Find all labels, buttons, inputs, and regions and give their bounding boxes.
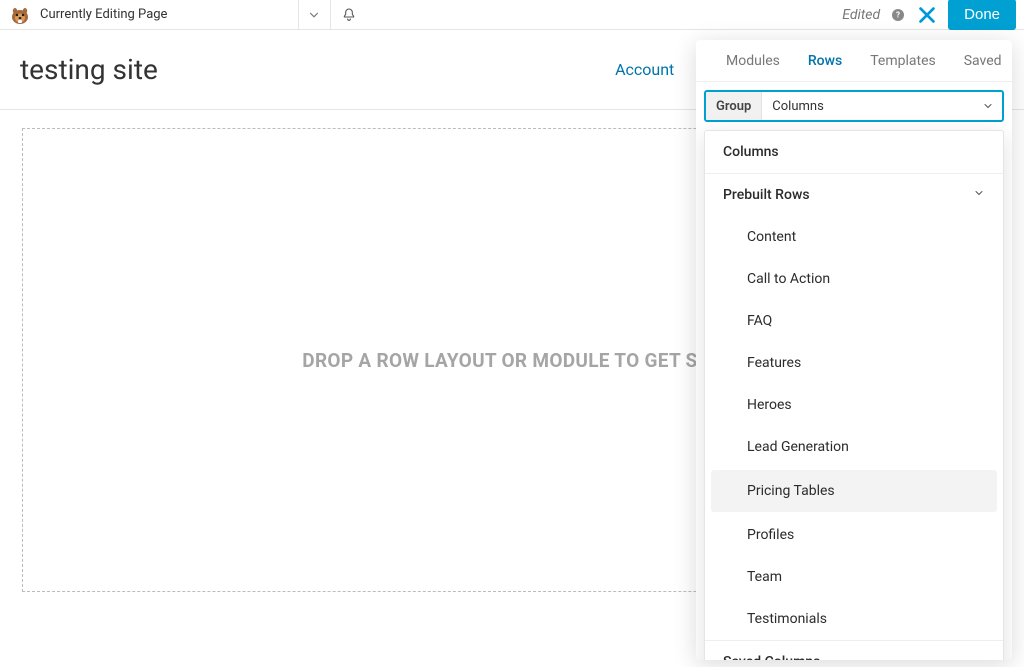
dropdown-profiles[interactable]: Profiles bbox=[705, 514, 1003, 556]
tab-saved[interactable]: Saved bbox=[950, 40, 1012, 81]
dropdown-team[interactable]: Team bbox=[705, 556, 1003, 598]
edited-status: Edited bbox=[842, 7, 880, 23]
dropdown-heroes[interactable]: Heroes bbox=[705, 384, 1003, 426]
group-select-value: Columns bbox=[762, 99, 982, 114]
chevron-down-icon bbox=[982, 97, 1002, 116]
editing-page-label: Currently Editing Page bbox=[40, 7, 167, 22]
dropdown-prebuilt-rows-label: Prebuilt Rows bbox=[723, 187, 810, 203]
panel-tabs: Modules Rows Templates Saved bbox=[696, 40, 1012, 82]
close-panel-button[interactable] bbox=[916, 4, 938, 26]
page-chevron-button[interactable] bbox=[298, 0, 329, 30]
svg-text:?: ? bbox=[896, 10, 900, 19]
dropdown-saved-columns[interactable]: Saved Columns bbox=[705, 640, 1003, 660]
dropdown-prebuilt-rows[interactable]: Prebuilt Rows bbox=[705, 173, 1003, 216]
tab-rows[interactable]: Rows bbox=[794, 40, 856, 81]
help-icon[interactable]: ? bbox=[890, 7, 906, 23]
builder-panel: Modules Rows Templates Saved Group Colum… bbox=[696, 40, 1012, 660]
dropdown-pricing-tables[interactable]: Pricing Tables bbox=[711, 470, 997, 512]
done-button[interactable]: Done bbox=[948, 0, 1016, 30]
admin-bar: Currently Editing Page Edited ? Done bbox=[0, 0, 1024, 30]
dropdown-faq[interactable]: FAQ bbox=[705, 300, 1003, 342]
dropdown-testimonials[interactable]: Testimonials bbox=[705, 598, 1003, 640]
nav-account[interactable]: Account bbox=[615, 60, 674, 79]
drop-area-placeholder: DROP A ROW LAYOUT OR MODULE TO GET STA bbox=[302, 349, 721, 372]
tab-templates[interactable]: Templates bbox=[856, 40, 950, 81]
group-dropdown: Columns Prebuilt Rows Content Call to Ac… bbox=[704, 130, 1004, 660]
dropdown-content[interactable]: Content bbox=[705, 216, 1003, 258]
dropdown-lead-generation[interactable]: Lead Generation bbox=[705, 426, 1003, 468]
dropdown-features[interactable]: Features bbox=[705, 342, 1003, 384]
group-select[interactable]: Group Columns bbox=[704, 90, 1004, 122]
tab-modules[interactable]: Modules bbox=[712, 40, 794, 81]
dropdown-call-to-action[interactable]: Call to Action bbox=[705, 258, 1003, 300]
dropdown-columns[interactable]: Columns bbox=[705, 131, 1003, 173]
beaver-logo bbox=[8, 3, 32, 27]
notifications-button[interactable] bbox=[330, 0, 367, 30]
site-title[interactable]: testing site bbox=[20, 53, 158, 86]
bell-icon bbox=[341, 7, 357, 23]
group-select-label: Group bbox=[706, 92, 762, 120]
chevron-down-icon bbox=[973, 187, 985, 203]
chevron-down-icon bbox=[307, 8, 321, 22]
